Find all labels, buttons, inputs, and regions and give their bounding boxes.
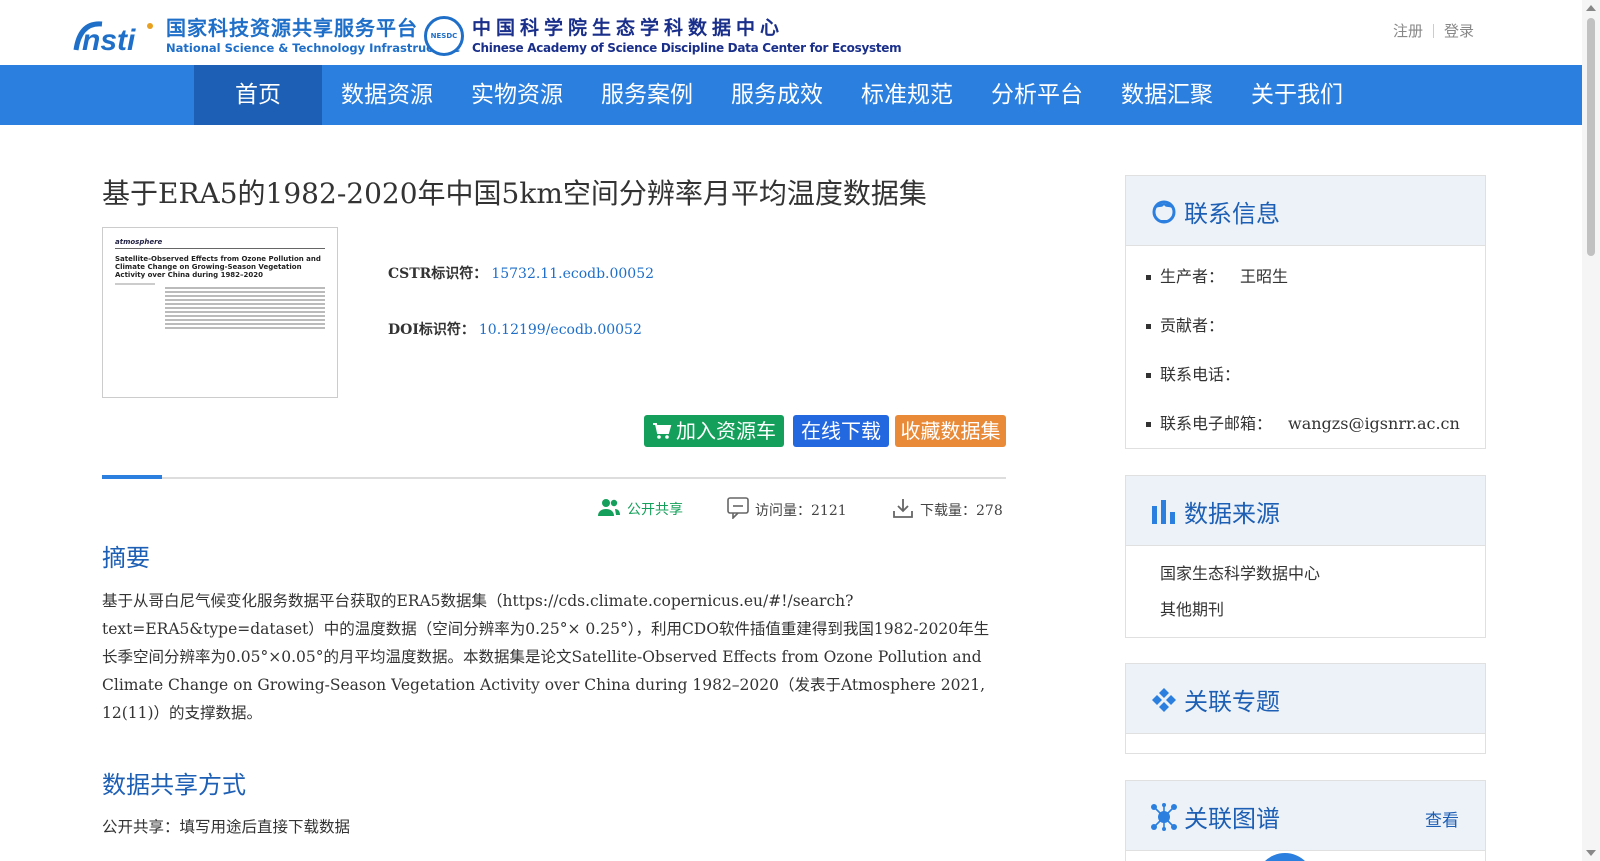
tab-divider (102, 477, 1006, 479)
site-header: nsti 国家科技资源共享服务平台 National Science & Tec… (0, 0, 1582, 65)
users-icon (597, 497, 621, 521)
producer-row: 生产者： 王昭生 (1146, 256, 1485, 305)
doi-identifier: DOI标识符： 10.12199/ecodb.00052 (388, 322, 642, 338)
view-graph-link[interactable]: 查看 (1425, 806, 1459, 831)
graph-node[interactable] (1256, 853, 1314, 861)
download-icon (892, 497, 914, 523)
bar-chart-icon (1150, 498, 1178, 526)
related-graph-title: 关联图谱 (1184, 805, 1280, 833)
nsti-logo[interactable]: nsti 国家科技资源共享服务平台 National Science & Tec… (72, 16, 461, 57)
register-link[interactable]: 注册 (1393, 20, 1423, 41)
network-graph-icon (1150, 803, 1178, 831)
related-topic-title: 关联专题 (1184, 688, 1280, 716)
logo1-cn: 国家科技资源共享服务平台 (166, 16, 418, 40)
cart-icon (652, 417, 672, 449)
thumbnail-title: Satellite-Observed Effects from Ozone Po… (115, 255, 321, 279)
contact-person-icon (1150, 198, 1178, 226)
scroll-down-arrow-icon[interactable] (1586, 850, 1596, 856)
nav-item-physical-resources[interactable]: 实物资源 (452, 65, 582, 125)
thumbnail-text-line (165, 323, 325, 325)
data-source-title: 数据来源 (1184, 500, 1280, 528)
logo2-en: Chinese Academy of Science Discipline Da… (472, 41, 902, 55)
source-item[interactable]: 国家生态科学数据中心 (1160, 556, 1485, 592)
comment-icon (727, 497, 749, 523)
svg-text:nsti: nsti (82, 24, 136, 56)
nav-item-service-results[interactable]: 服务成效 (712, 65, 842, 125)
nav-item-about[interactable]: 关于我们 (1232, 65, 1362, 125)
thumbnail-journal: atmosphere (115, 238, 325, 249)
visit-count: 访问量：2121 (727, 497, 847, 523)
nesdc-logo-icon: NESDC (424, 16, 464, 56)
abstract-text: 基于从哥白尼气候变化服务数据平台获取的ERA5数据集（https://cds.c… (102, 592, 990, 722)
thumbnail-text-line (165, 303, 325, 305)
topic-diamond-icon (1150, 686, 1178, 714)
favorite-dataset-button[interactable]: 收藏数据集 (895, 415, 1006, 447)
logo1-en: National Science & Technology Infrastruc… (166, 41, 461, 55)
thumbnail-text-line (165, 307, 325, 309)
nav-item-service-cases[interactable]: 服务案例 (582, 65, 712, 125)
related-topic-panel: 关联专题 (1125, 663, 1486, 754)
scrollbar-thumb[interactable] (1587, 18, 1595, 256)
email-value[interactable]: wangzs@igsnrr.ac.cn (1288, 414, 1460, 433)
thumbnail-text-line (165, 291, 325, 293)
producer-value: 王昭生 (1240, 267, 1289, 286)
share-status: 公开共享 (597, 497, 683, 521)
nav-item-home[interactable]: 首页 (194, 65, 322, 125)
nav-item-standards[interactable]: 标准规范 (842, 65, 972, 125)
nav-item-data-aggregation[interactable]: 数据汇聚 (1102, 65, 1232, 125)
thumbnail-text-line (165, 319, 325, 321)
data-source-panel: 数据来源 国家生态科学数据中心 其他期刊 (1125, 475, 1486, 638)
cstr-link[interactable]: 15732.11.ecodb.00052 (491, 266, 654, 282)
dataset-thumbnail[interactable]: atmosphere Satellite-Observed Effects fr… (102, 227, 338, 398)
sharing-heading: 数据共享方式 (102, 771, 246, 799)
thumbnail-text-line (165, 295, 325, 297)
logo2-cn: 中国科学院生态学科数据中心 (472, 17, 785, 39)
related-graph-panel: 关联图谱 查看 (1125, 780, 1486, 861)
abstract-heading: 摘要 (102, 544, 150, 572)
nsti-logo-icon: nsti (72, 16, 158, 57)
nesdc-logo[interactable]: NESDC 中国科学院生态学科数据中心 Chinese Academy of S… (424, 16, 902, 56)
auth-links: 注册 登录 (1393, 20, 1474, 41)
thumbnail-text-line (165, 315, 325, 317)
cstr-identifier: CSTR标识符： 15732.11.ecodb.00052 (388, 266, 655, 282)
tab-active-indicator (102, 475, 162, 479)
add-to-cart-button[interactable]: 加入资源车 (644, 415, 784, 447)
online-download-button[interactable]: 在线下载 (793, 415, 889, 447)
nav-item-data-resources[interactable]: 数据资源 (322, 65, 452, 125)
phone-row: 联系电话： (1146, 354, 1485, 403)
contact-title: 联系信息 (1184, 200, 1280, 228)
thumbnail-text-line (115, 283, 155, 285)
thumbnail-text-line (165, 287, 325, 289)
contact-panel: 联系信息 生产者： 王昭生 贡献者： 联系电话： 联系电子邮箱： wangzs@ig… (1125, 175, 1486, 449)
login-link[interactable]: 登录 (1444, 20, 1474, 41)
divider (1432, 23, 1434, 38)
page-scrollbar[interactable] (1582, 0, 1600, 861)
thumbnail-text-line (165, 299, 325, 301)
contributor-row: 贡献者： (1146, 305, 1485, 354)
nav-item-analysis-platform[interactable]: 分析平台 (972, 65, 1102, 125)
doi-link[interactable]: 10.12199/ecodb.00052 (479, 322, 642, 338)
download-count: 下载量：278 (892, 497, 1003, 523)
main-nav: 首页 数据资源 实物资源 服务案例 服务成效 标准规范 分析平台 数据汇聚 关于… (0, 65, 1582, 125)
source-item[interactable]: 其他期刊 (1160, 592, 1485, 628)
scroll-up-arrow-icon[interactable] (1586, 5, 1596, 11)
thumbnail-text-line (165, 327, 325, 329)
dataset-title: 基于ERA5的1982-2020年中国5km空间分辨率月平均温度数据集 (102, 177, 927, 210)
thumbnail-text-line (165, 311, 325, 313)
email-row: 联系电子邮箱： wangzs@igsnrr.ac.cn (1146, 403, 1485, 452)
sharing-text: 公开共享：填写用途后直接下载数据 (102, 818, 351, 836)
